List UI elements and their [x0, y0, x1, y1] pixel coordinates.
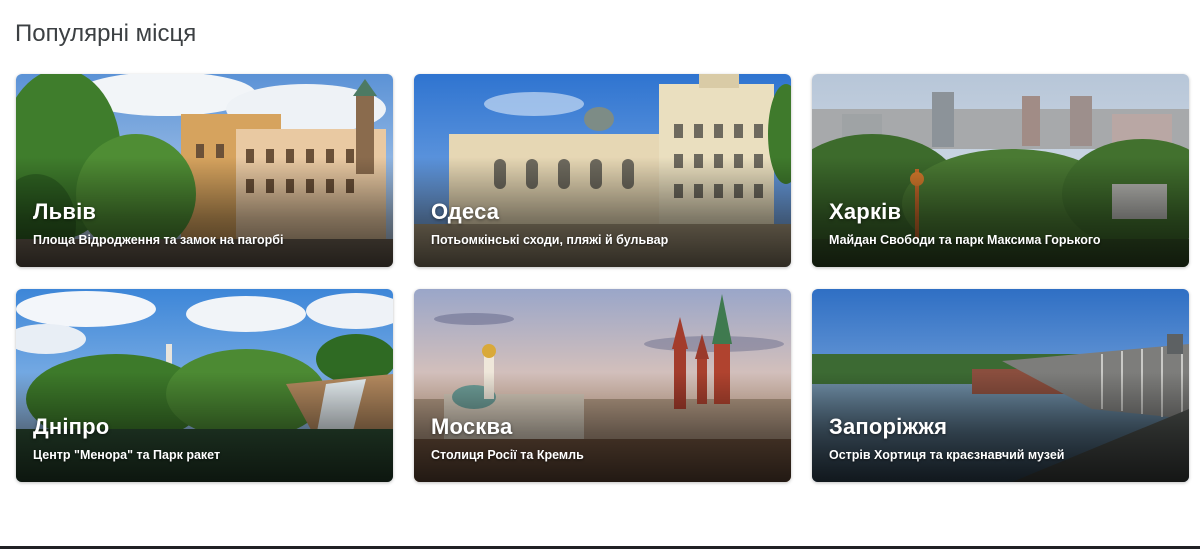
- place-card-lviv[interactable]: Львів Площа Відродження та замок на паго…: [16, 74, 393, 267]
- section-title: Популярні місця: [15, 20, 197, 47]
- place-description: Острів Хортиця та краєзнавчий музей: [829, 448, 1065, 462]
- place-name: Львів: [33, 199, 97, 224]
- place-name: Запоріжжя: [829, 414, 948, 439]
- place-card-kharkiv[interactable]: Харків Майдан Свободи та парк Максима Го…: [812, 74, 1189, 267]
- place-description: Центр "Менора" та Парк ракет: [33, 448, 221, 462]
- place-description: Потьомкінські сходи, пляжі й бульвар: [431, 233, 669, 247]
- place-name: Дніпро: [33, 414, 110, 439]
- place-name: Одеса: [431, 199, 500, 224]
- place-name: Москва: [431, 414, 513, 439]
- place-description: Площа Відродження та замок на пагорбі: [33, 233, 284, 247]
- place-card-odesa[interactable]: Одеса Потьомкінські сходи, пляжі й бульв…: [414, 74, 791, 267]
- place-card-moscow[interactable]: Москва Столиця Росії та Кремль: [414, 289, 791, 482]
- places-grid: Львів Площа Відродження та замок на паго…: [16, 74, 1189, 482]
- place-description: Майдан Свободи та парк Максима Горького: [829, 233, 1101, 247]
- place-card-dnipro[interactable]: Дніпро Центр "Менора" та Парк ракет: [16, 289, 393, 482]
- place-name: Харків: [829, 199, 902, 224]
- place-description: Столиця Росії та Кремль: [431, 448, 584, 462]
- place-card-zaporizhzhia[interactable]: Запоріжжя Острів Хортиця та краєзнавчий …: [812, 289, 1189, 482]
